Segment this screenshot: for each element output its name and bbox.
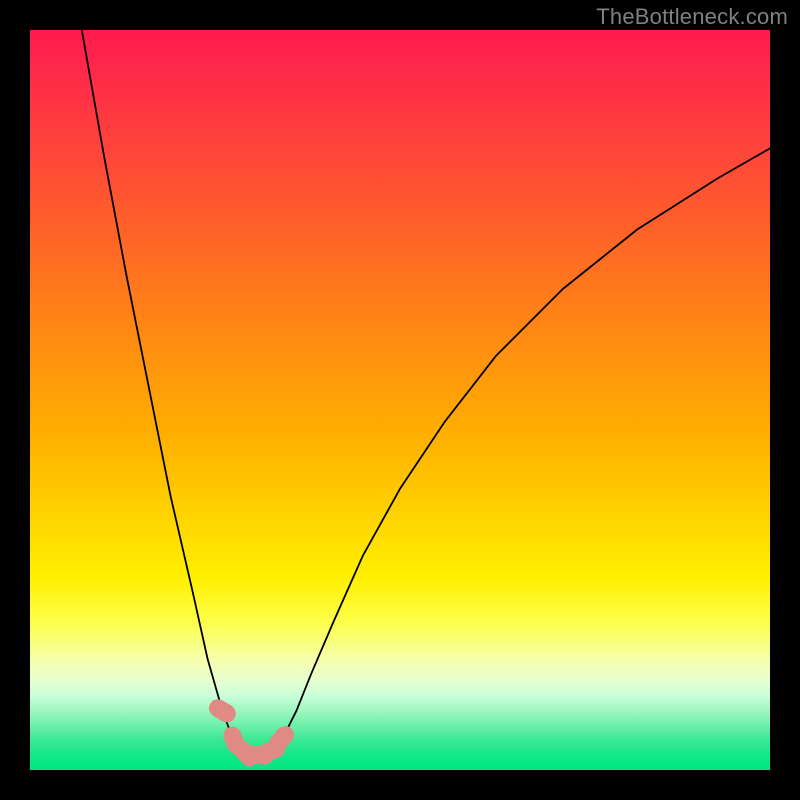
curve-line bbox=[82, 30, 770, 755]
highlight-marker bbox=[206, 696, 239, 726]
chart-frame: TheBottleneck.com bbox=[0, 0, 800, 800]
chart-svg bbox=[30, 30, 770, 770]
watermark-text: TheBottleneck.com bbox=[596, 4, 788, 30]
highlight-markers bbox=[206, 696, 298, 770]
plot-area bbox=[30, 30, 770, 770]
